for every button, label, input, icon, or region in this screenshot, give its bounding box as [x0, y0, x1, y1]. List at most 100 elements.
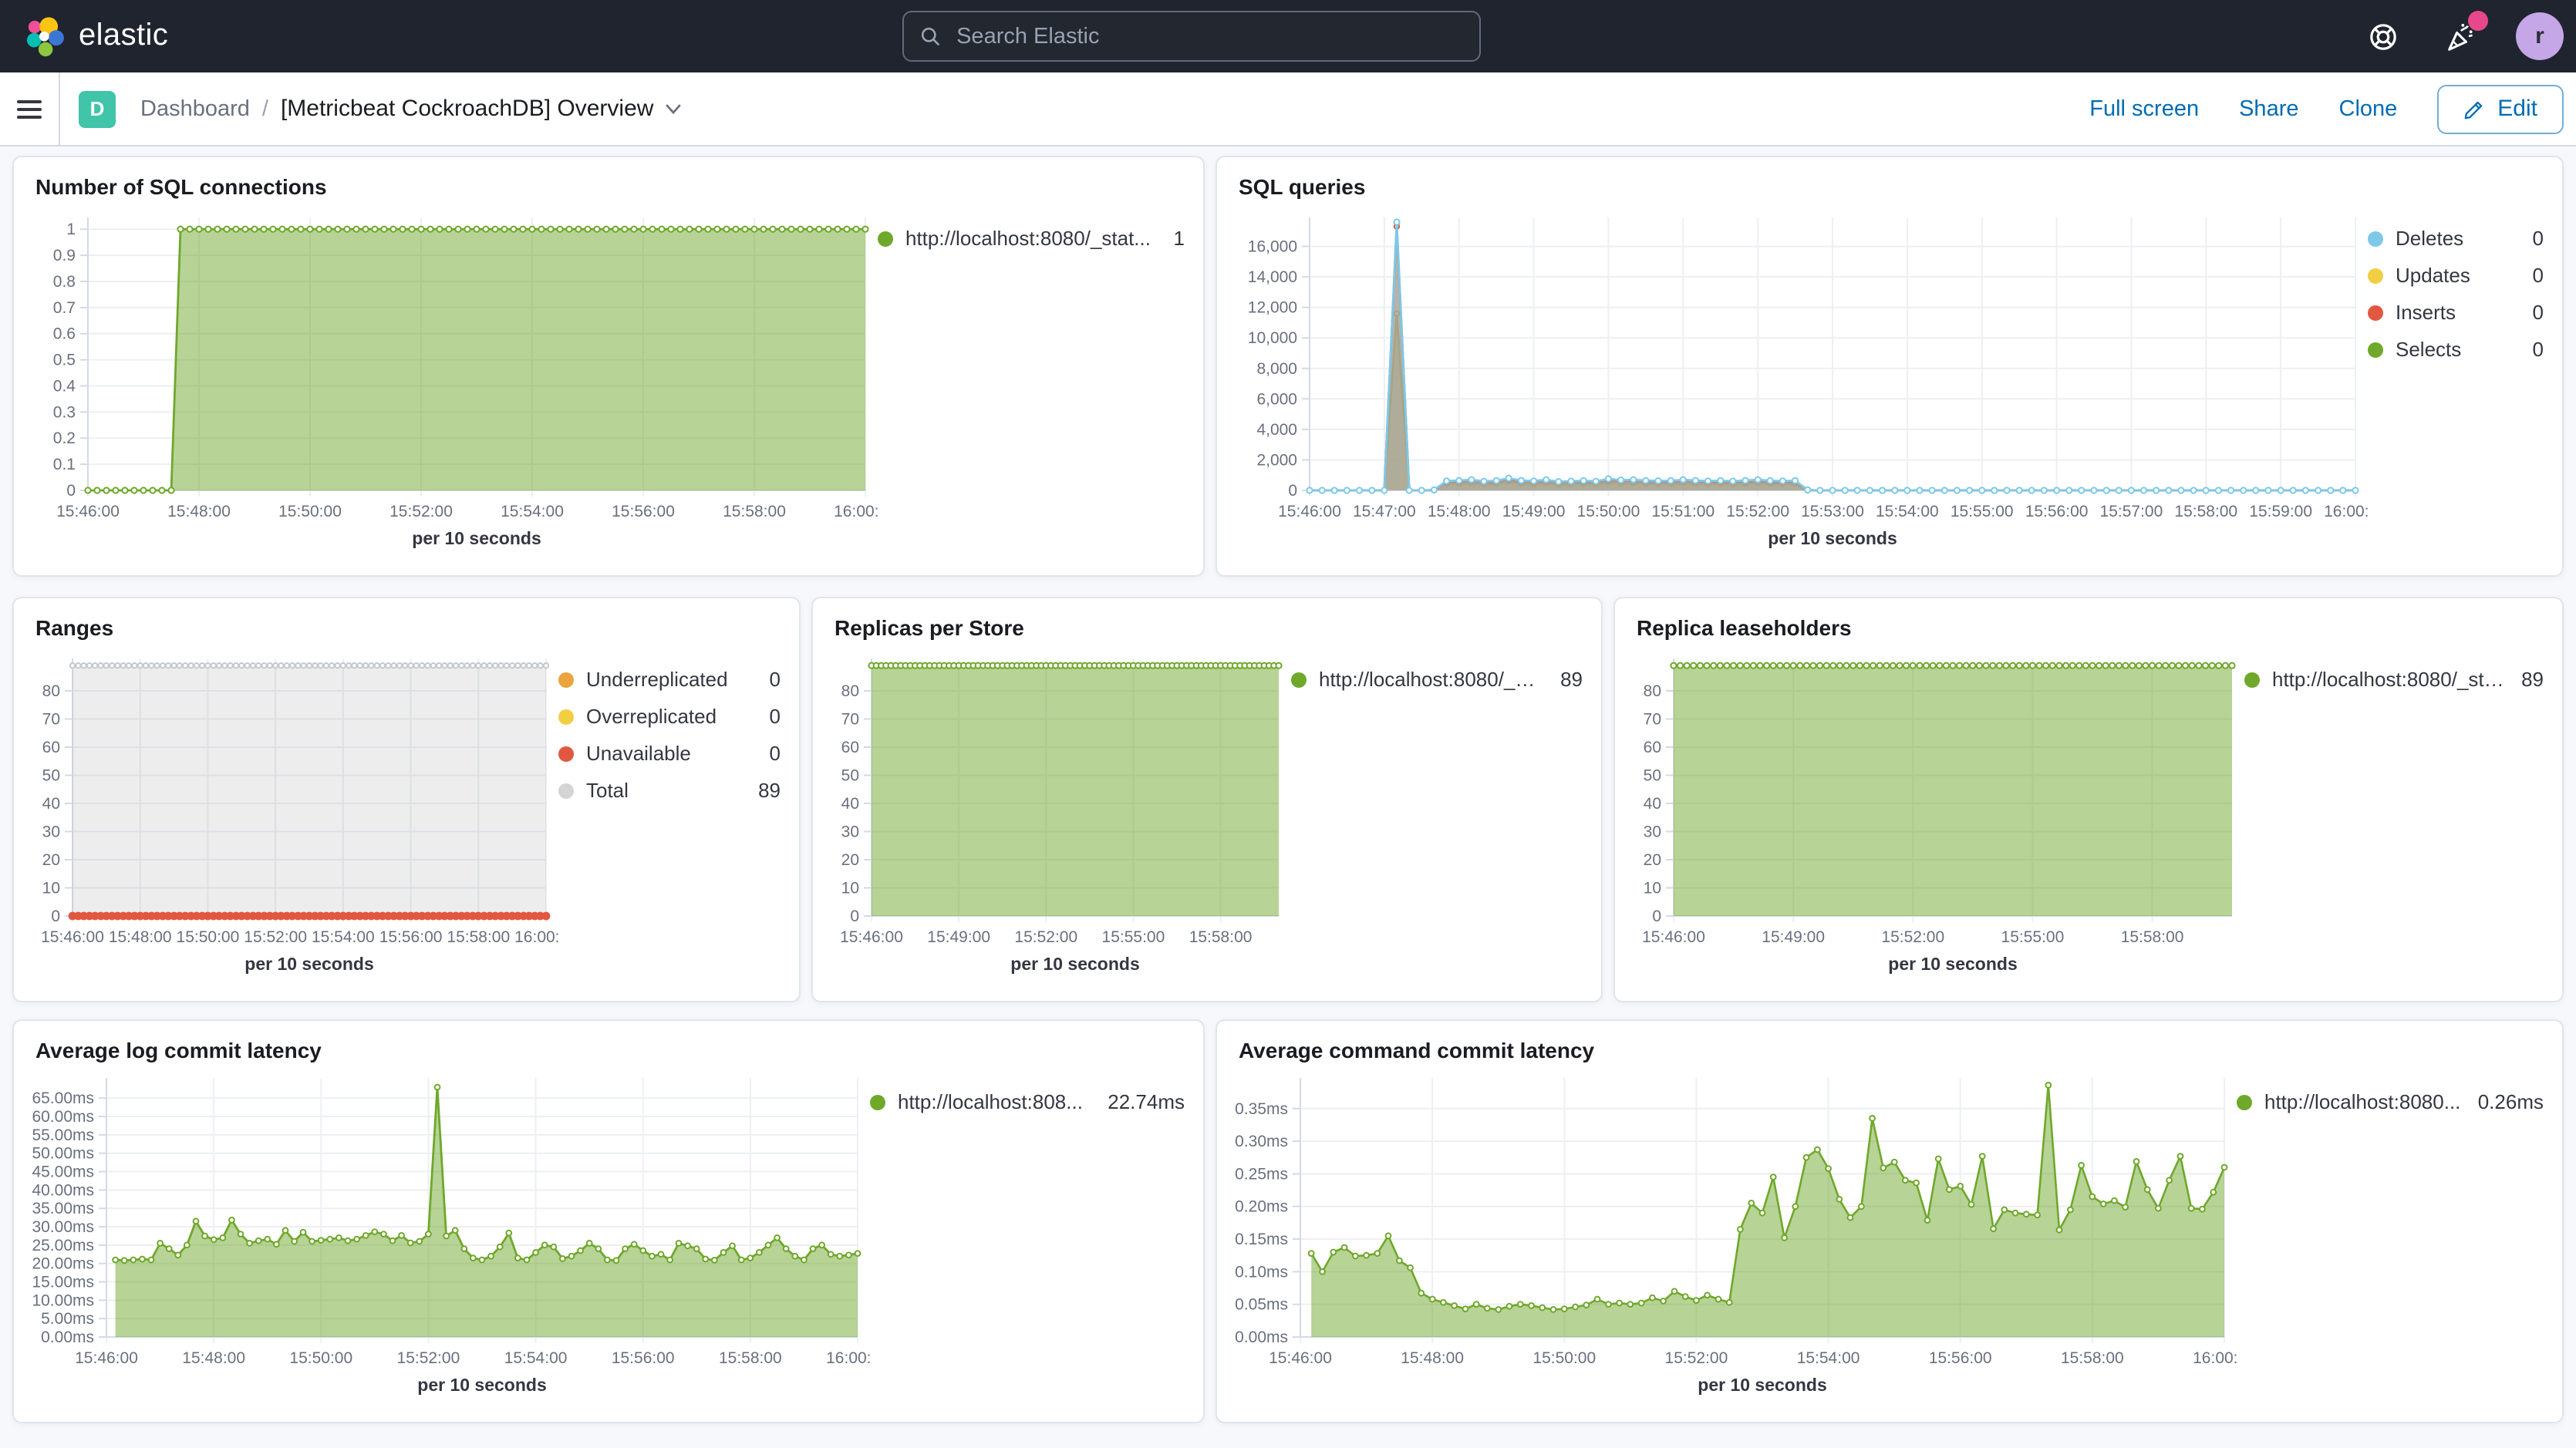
svg-text:50: 50 — [841, 766, 859, 784]
legend-item[interactable]: http://localhost:8080/_sta...89 — [1291, 668, 1583, 691]
chart-legend: Underreplicated0 Overreplicated0 Unavailab… — [558, 643, 790, 998]
svg-text:15:46:00: 15:46:00 — [75, 1349, 138, 1367]
clone-button[interactable]: Clone — [2339, 96, 2398, 121]
dashboard-app-badge[interactable]: D — [79, 90, 116, 127]
chart-legend: Deletes0Updates0Inserts0Selects0 — [2368, 202, 2553, 572]
edit-button[interactable]: Edit — [2437, 84, 2564, 133]
svg-text:0: 0 — [66, 482, 76, 500]
avg-log-commit-latency-chart[interactable]: 0.00ms5.00ms10.00ms15.00ms20.00ms25.00ms… — [26, 1066, 870, 1408]
panel-average-log-commit-latency: Average log commit latency 0.00ms5.00ms1… — [12, 1019, 1205, 1423]
search-input[interactable] — [953, 22, 1464, 50]
svg-text:0.7: 0.7 — [53, 299, 76, 317]
svg-text:40: 40 — [841, 795, 859, 813]
svg-text:15:58:00: 15:58:00 — [723, 503, 786, 520]
svg-text:0.35ms: 0.35ms — [1235, 1100, 1288, 1118]
toolbar-actions: Full screen Share Clone Edit — [2089, 84, 2564, 133]
svg-text:10: 10 — [42, 879, 60, 897]
svg-text:15:52:00: 15:52:00 — [1881, 928, 1944, 946]
panel-replicas-per-store: Replicas per Store 0102030405060708015:4… — [811, 597, 1603, 1002]
svg-text:55.00ms: 55.00ms — [32, 1126, 94, 1144]
legend-item[interactable]: Unavailable0 — [558, 742, 781, 765]
legend-item[interactable]: http://localhost:8080/_sta...89 — [2244, 668, 2544, 691]
svg-text:15:48:00: 15:48:00 — [1428, 503, 1491, 520]
legend-series-value: 0 — [2517, 227, 2544, 250]
legend-series-value: 0 — [754, 742, 781, 765]
panel-sql-queries: SQL queries 02,0004,0006,0008,00010,0001… — [1216, 156, 2564, 577]
legend-item[interactable]: Selects0 — [2368, 338, 2544, 361]
legend-series-dot — [878, 231, 893, 246]
legend-item[interactable]: Total89 — [558, 779, 781, 802]
full-screen-button[interactable]: Full screen — [2089, 96, 2199, 121]
svg-text:15:50:00: 15:50:00 — [177, 928, 240, 946]
svg-text:15:50:00: 15:50:00 — [1532, 1349, 1596, 1367]
svg-text:0.00ms: 0.00ms — [41, 1328, 94, 1346]
svg-text:70: 70 — [42, 710, 60, 728]
svg-text:80: 80 — [1644, 682, 1661, 700]
breadcrumb-dashboard-link[interactable]: Dashboard — [140, 96, 250, 121]
legend-series-dot — [558, 709, 574, 724]
svg-text:per 10 seconds: per 10 seconds — [412, 528, 541, 548]
svg-text:15:52:00: 15:52:00 — [1665, 1349, 1728, 1367]
help-button[interactable] — [2362, 15, 2405, 58]
svg-text:15:57:00: 15:57:00 — [2100, 503, 2163, 520]
legend-series-dot — [1291, 672, 1307, 687]
legend-item[interactable]: Deletes0 — [2368, 227, 2544, 250]
svg-text:0.5: 0.5 — [53, 352, 76, 369]
svg-text:14,000: 14,000 — [1248, 268, 1297, 286]
panel-title: Replicas per Store — [813, 598, 1601, 643]
sql-queries-chart[interactable]: 02,0004,0006,0008,00010,00012,00014,0001… — [1229, 202, 2368, 561]
toolbar-divider — [59, 72, 60, 146]
svg-text:15:56:00: 15:56:00 — [379, 928, 443, 946]
avg-command-commit-latency-chart[interactable]: 0.00ms0.05ms0.10ms0.15ms0.20ms0.25ms0.30… — [1229, 1066, 2237, 1408]
replicas-per-store-chart[interactable]: 0102030405060708015:46:0015:49:0015:52:0… — [825, 643, 1291, 987]
avatar-initial: r — [2535, 23, 2544, 49]
menu-button[interactable] — [0, 72, 59, 146]
svg-text:15:47:00: 15:47:00 — [1353, 503, 1416, 520]
svg-text:0.25ms: 0.25ms — [1235, 1165, 1288, 1183]
panel-ranges: Ranges 0102030405060708015:46:0015:48:00… — [12, 597, 801, 1002]
legend-item[interactable]: http://localhost:8080/_stat...1 — [878, 227, 1185, 250]
legend-series-label: http://localhost:808... — [898, 1090, 1083, 1113]
svg-text:15:46:00: 15:46:00 — [1642, 928, 1705, 946]
panel-title: Number of SQL connections — [14, 157, 1203, 202]
svg-text:0.05ms: 0.05ms — [1235, 1296, 1288, 1314]
legend-item[interactable]: http://localhost:808...22.74ms — [870, 1090, 1185, 1113]
svg-text:15:48:00: 15:48:00 — [167, 503, 231, 520]
svg-text:15:55:00: 15:55:00 — [1102, 928, 1165, 946]
svg-text:15:54:00: 15:54:00 — [1876, 503, 1939, 520]
edit-button-label: Edit — [2497, 96, 2537, 122]
replica-leaseholders-chart[interactable]: 0102030405060708015:46:0015:49:0015:52:0… — [1627, 643, 2244, 987]
legend-item[interactable]: http://localhost:8080...0.26ms — [2237, 1090, 2544, 1113]
svg-text:0.2: 0.2 — [53, 429, 76, 447]
elastic-logo[interactable]: elastic — [25, 16, 168, 56]
svg-text:10: 10 — [841, 879, 859, 897]
legend-series-label: Inserts — [2396, 301, 2456, 324]
ranges-chart[interactable]: 0102030405060708015:46:0015:48:0015:50:0… — [26, 643, 558, 987]
svg-text:20: 20 — [841, 851, 859, 869]
user-avatar[interactable]: r — [2516, 12, 2564, 60]
svg-text:80: 80 — [42, 682, 60, 700]
chevron-down-icon — [664, 103, 681, 115]
legend-series-dot — [2368, 231, 2383, 246]
svg-text:16:00:00: 16:00:00 — [826, 1349, 870, 1367]
svg-text:15:54:00: 15:54:00 — [501, 503, 564, 520]
chart-legend: http://localhost:8080/_sta...89 — [2244, 643, 2553, 998]
svg-text:16,000: 16,000 — [1248, 238, 1297, 256]
svg-text:12,000: 12,000 — [1248, 299, 1297, 317]
legend-item[interactable]: Inserts0 — [2368, 301, 2544, 324]
header-actions: r — [2362, 0, 2564, 72]
svg-text:15:52:00: 15:52:00 — [389, 503, 453, 520]
legend-item[interactable]: Underreplicated0 — [558, 668, 781, 691]
legend-series-value: 1 — [1158, 227, 1185, 250]
svg-text:15:52:00: 15:52:00 — [397, 1349, 460, 1367]
svg-text:15:52:00: 15:52:00 — [1014, 928, 1077, 946]
dashboard-title-menu[interactable]: [Metricbeat CockroachDB] Overview — [281, 96, 682, 122]
sql-connections-chart[interactable]: 00.10.20.30.40.50.60.70.80.9115:46:0015:… — [26, 202, 878, 561]
svg-text:10,000: 10,000 — [1248, 329, 1297, 347]
global-search[interactable] — [902, 11, 1481, 62]
legend-item[interactable]: Overreplicated0 — [558, 705, 781, 728]
whats-new-button[interactable] — [2439, 15, 2482, 58]
legend-item[interactable]: Updates0 — [2368, 264, 2544, 287]
svg-text:16:00:00: 16:00:00 — [514, 928, 558, 946]
share-button[interactable]: Share — [2239, 96, 2298, 121]
